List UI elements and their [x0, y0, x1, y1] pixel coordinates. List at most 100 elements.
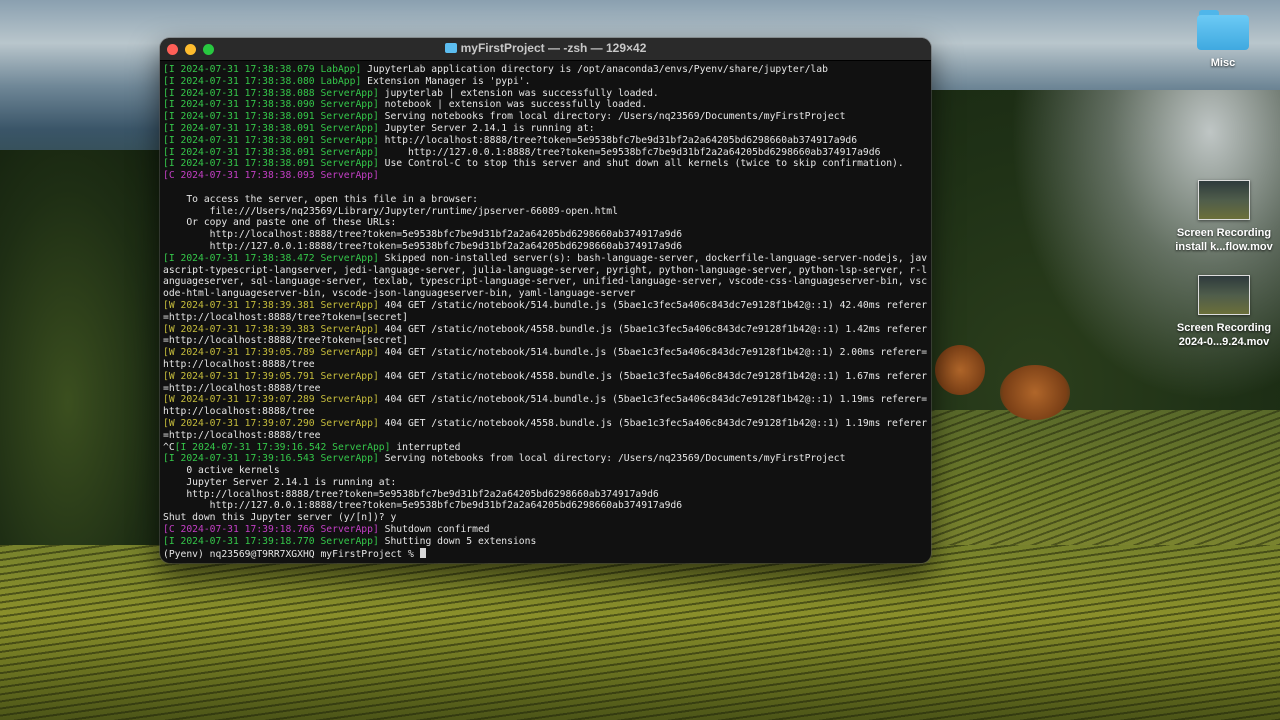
- log-text: Jupyter Server 2.14.1 is running at:: [378, 122, 595, 134]
- terminal-line: file:///Users/nq23569/Library/Jupyter/ru…: [163, 206, 928, 218]
- terminal-line: http://127.0.0.1:8888/tree?token=5e9538b…: [163, 500, 928, 512]
- log-prefix: [I 2024-07-31 17:38:38.090 ServerApp]: [163, 99, 379, 111]
- desktop-icon-label: 2024-0...9.24.mov: [1178, 336, 1270, 348]
- desktop-icon-label: install k...flow.mov: [1175, 241, 1273, 253]
- terminal-line: [W 2024-07-31 17:39:05.791 ServerApp] 40…: [163, 371, 928, 395]
- terminal-line: To access the server, open this file in …: [163, 194, 928, 206]
- log-text: Extension Manager is 'pypi'.: [361, 75, 531, 87]
- log-text: http://localhost:8888/tree?token=5e9538b…: [163, 488, 659, 500]
- terminal-line: [I 2024-07-31 17:38:38.472 ServerApp] Sk…: [163, 253, 928, 300]
- log-prefix: [I 2024-07-31 17:38:38.080 LabApp]: [163, 75, 362, 87]
- desktop-icon-screen-recording-1[interactable]: Screen Recording install k...flow.mov: [1169, 180, 1279, 254]
- log-text: http://127.0.0.1:8888/tree?token=5e9538b…: [163, 500, 683, 512]
- log-text: interrupted: [390, 441, 461, 453]
- wallpaper-vineyard-right: [930, 410, 1280, 550]
- folder-icon: [1197, 10, 1249, 50]
- log-text: http://127.0.0.1:8888/tree?token=5e9538b…: [163, 240, 683, 252]
- log-text: http://localhost:8888/tree?token=5e9538b…: [378, 134, 858, 146]
- log-text: Or copy and paste one of these URLs:: [163, 217, 397, 229]
- log-prefix: [I 2024-07-31 17:39:16.543 ServerApp]: [163, 453, 379, 465]
- wallpaper-hills-left: [0, 150, 170, 570]
- log-prefix: [I 2024-07-31 17:39:16.542 ServerApp]: [174, 441, 391, 453]
- terminal-line: http://localhost:8888/tree?token=5e9538b…: [163, 229, 928, 241]
- log-text: To access the server, open this file in …: [163, 193, 478, 205]
- video-thumbnail-icon: [1198, 180, 1250, 220]
- log-text: Shutting down 5 extensions: [378, 535, 537, 547]
- log-text: ^C: [163, 441, 175, 453]
- log-text: http://127.0.0.1:8888/tree?token=5e9538b…: [378, 146, 881, 158]
- wallpaper-tree: [935, 345, 985, 395]
- log-text: notebook | extension was successfully lo…: [378, 99, 648, 111]
- wallpaper-vineyard: [0, 545, 1280, 720]
- log-text: Shutdown confirmed: [378, 524, 490, 536]
- terminal-line: ^C[I 2024-07-31 17:39:16.542 ServerApp] …: [163, 442, 928, 454]
- log-text: JupyterLab application directory is /opt…: [361, 64, 828, 75]
- log-prefix: [I 2024-07-31 17:38:38.091 ServerApp]: [163, 146, 379, 158]
- terminal-line: [163, 182, 928, 194]
- log-prefix: [I 2024-07-31 17:39:18.770 ServerApp]: [163, 535, 379, 547]
- terminal-line: [I 2024-07-31 17:38:38.091 ServerApp] ht…: [163, 147, 928, 159]
- terminal-line: [I 2024-07-31 17:38:38.091 ServerApp] Se…: [163, 111, 928, 123]
- terminal-line: [I 2024-07-31 17:38:38.079 LabApp] Jupyt…: [163, 64, 928, 76]
- terminal-line: Shut down this Jupyter server (y/[n])? y: [163, 512, 928, 524]
- terminal-line: [W 2024-07-31 17:39:05.789 ServerApp] 40…: [163, 347, 928, 371]
- log-text: 0 active kernels: [163, 465, 280, 477]
- log-prefix: [W 2024-07-31 17:38:39.381 ServerApp]: [163, 299, 379, 311]
- terminal-line: Jupyter Server 2.14.1 is running at:: [163, 477, 928, 489]
- log-text: Shut down this Jupyter server (y/[n])? y: [163, 512, 397, 524]
- log-prefix: [I 2024-07-31 17:38:38.091 ServerApp]: [163, 134, 379, 146]
- terminal-line: [C 2024-07-31 17:38:38.093 ServerApp]: [163, 170, 928, 182]
- log-text: http://localhost:8888/tree?token=5e9538b…: [163, 229, 683, 241]
- terminal-prompt-line[interactable]: (Pyenv) nq23569@T9RR7XGXHQ myFirstProjec…: [163, 547, 928, 561]
- terminal-line: 0 active kernels: [163, 465, 928, 477]
- wallpaper-tree: [1000, 365, 1070, 420]
- window-title: myFirstProject — -zsh — 129×42: [460, 41, 647, 55]
- terminal-line: [W 2024-07-31 17:38:39.381 ServerApp] 40…: [163, 300, 928, 324]
- log-text: Serving notebooks from local directory: …: [378, 111, 846, 123]
- log-prefix: [C 2024-07-31 17:38:38.093 ServerApp]: [163, 170, 379, 182]
- terminal-line: [I 2024-07-31 17:38:38.088 ServerApp] ju…: [163, 88, 928, 100]
- terminal-line: [I 2024-07-31 17:38:38.091 ServerApp] ht…: [163, 135, 928, 147]
- terminal-window[interactable]: myFirstProject — -zsh — 129×42 [I 2024-0…: [160, 38, 931, 563]
- terminal-line: http://127.0.0.1:8888/tree?token=5e9538b…: [163, 241, 928, 253]
- terminal-line: Or copy and paste one of these URLs:: [163, 217, 928, 229]
- log-prefix: [W 2024-07-31 17:39:05.791 ServerApp]: [163, 370, 379, 382]
- log-prefix: [I 2024-07-31 17:38:38.079 LabApp]: [163, 64, 362, 75]
- log-prefix: [W 2024-07-31 17:38:39.383 ServerApp]: [163, 323, 379, 335]
- log-prefix: [C 2024-07-31 17:39:18.766 ServerApp]: [163, 524, 379, 536]
- terminal-output[interactable]: [I 2024-07-31 17:38:38.079 LabApp] Jupyt…: [160, 61, 931, 560]
- shell-prompt: (Pyenv) nq23569@T9RR7XGXHQ myFirstProjec…: [163, 548, 420, 560]
- terminal-titlebar[interactable]: myFirstProject — -zsh — 129×42: [160, 38, 931, 61]
- terminal-line: [W 2024-07-31 17:39:07.289 ServerApp] 40…: [163, 394, 928, 418]
- desktop-icon-label: Screen Recording: [1176, 227, 1272, 239]
- log-prefix: [W 2024-07-31 17:39:05.789 ServerApp]: [163, 347, 379, 359]
- folder-icon: [444, 43, 457, 53]
- video-thumbnail-icon: [1198, 275, 1250, 315]
- log-text: Serving notebooks from local directory: …: [378, 453, 846, 465]
- desktop-icon-label: Misc: [1210, 57, 1236, 69]
- terminal-line: [I 2024-07-31 17:39:16.543 ServerApp] Se…: [163, 453, 928, 465]
- terminal-line: [W 2024-07-31 17:38:39.383 ServerApp] 40…: [163, 324, 928, 348]
- window-title-container: myFirstProject — -zsh — 129×42: [160, 41, 931, 55]
- log-prefix: [W 2024-07-31 17:39:07.290 ServerApp]: [163, 417, 379, 429]
- desktop-icon-misc[interactable]: Misc: [1168, 10, 1278, 70]
- log-text: file:///Users/nq23569/Library/Jupyter/ru…: [163, 205, 618, 217]
- terminal-line: [C 2024-07-31 17:39:18.766 ServerApp] Sh…: [163, 524, 928, 536]
- log-prefix: [I 2024-07-31 17:38:38.091 ServerApp]: [163, 111, 379, 123]
- terminal-line: [I 2024-07-31 17:39:18.770 ServerApp] Sh…: [163, 536, 928, 548]
- terminal-line: [I 2024-07-31 17:38:38.080 LabApp] Exten…: [163, 76, 928, 88]
- log-text: Use Control-C to stop this server and sh…: [378, 158, 904, 170]
- log-text: jupyterlab | extension was successfully …: [378, 87, 659, 99]
- log-text: Jupyter Server 2.14.1 is running at:: [163, 476, 397, 488]
- log-prefix: [I 2024-07-31 17:38:38.472 ServerApp]: [163, 252, 379, 264]
- desktop-icon-screen-recording-2[interactable]: Screen Recording 2024-0...9.24.mov: [1169, 275, 1279, 349]
- log-prefix: [I 2024-07-31 17:38:38.091 ServerApp]: [163, 122, 379, 134]
- terminal-line: [I 2024-07-31 17:38:38.091 ServerApp] Ju…: [163, 123, 928, 135]
- log-prefix: [W 2024-07-31 17:39:07.289 ServerApp]: [163, 394, 379, 406]
- terminal-line: [I 2024-07-31 17:38:38.091 ServerApp] Us…: [163, 158, 928, 170]
- desktop-icon-label: Screen Recording: [1176, 322, 1272, 334]
- terminal-line: [I 2024-07-31 17:38:38.090 ServerApp] no…: [163, 99, 928, 111]
- terminal-line: [W 2024-07-31 17:39:07.290 ServerApp] 40…: [163, 418, 928, 442]
- text-cursor: [419, 547, 426, 558]
